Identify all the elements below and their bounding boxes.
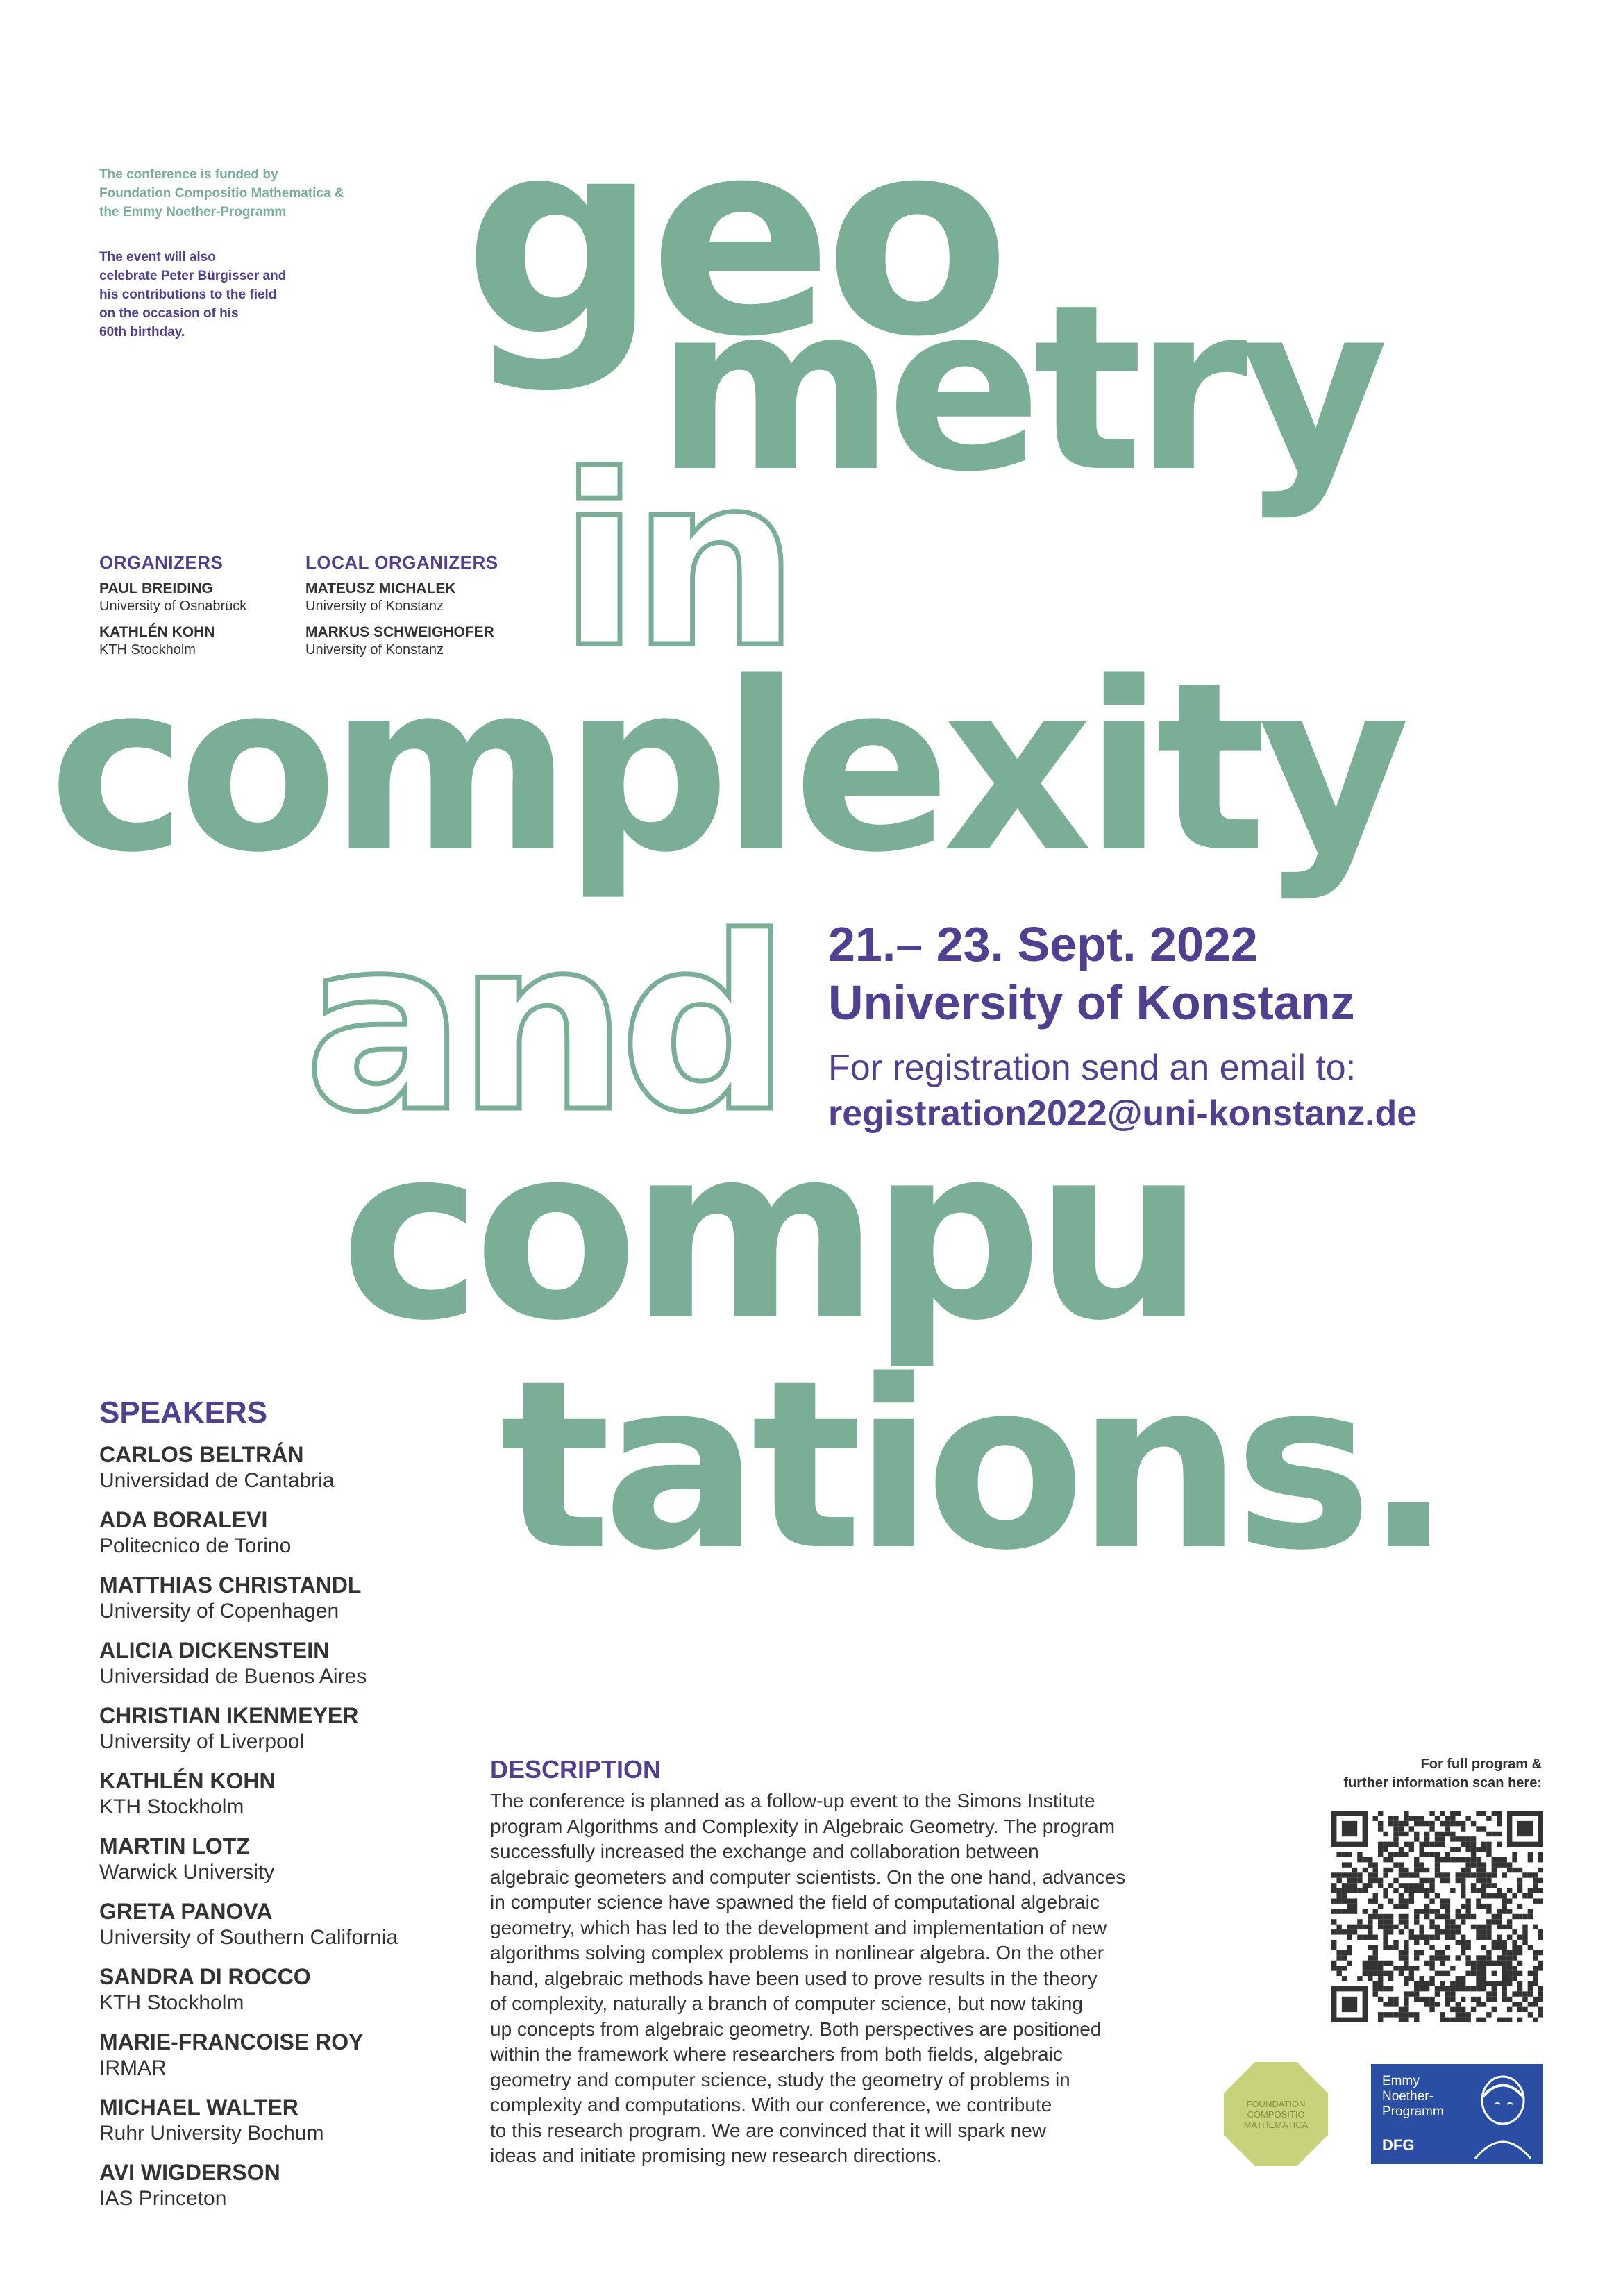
organizer-affiliation: University of Konstanz bbox=[305, 598, 444, 614]
speaker-item: MARTIN LOTZ Warwick University bbox=[99, 1834, 275, 1884]
speaker-item: MARIE-FRANCOISE ROY IRMAR bbox=[99, 2029, 364, 2079]
speaker-item: MATTHIAS CHRISTANDL University of Copenha… bbox=[99, 1573, 362, 1623]
organizer-name: MATEUSZ MICHALEK bbox=[305, 580, 456, 596]
speaker-item: SANDRA DI ROCCO KTH Stockholm bbox=[99, 1964, 311, 2014]
local-organizers-heading: LOCAL ORGANIZERS bbox=[305, 552, 498, 573]
title-word-compu: compu bbox=[340, 1095, 1205, 1373]
speakers-block: SPEAKERS CARLOS BELTRÁN Universidad de Ca… bbox=[99, 1396, 398, 2212]
birthday-note: The event will also celebrate Peter Bürg… bbox=[99, 250, 287, 340]
event-info: 21.– 23. Sept. 2022 University of Konsta… bbox=[828, 915, 1417, 1134]
title-word-complexity: complexity bbox=[49, 633, 1410, 904]
description-block: DESCRIPTION The conference is planned as… bbox=[490, 1755, 1125, 2169]
portrait-icon bbox=[1474, 2075, 1532, 2159]
speaker-item: ADA BORALEVI Politecnico de Torino bbox=[99, 1507, 292, 1557]
funding-note: The conference is funded by Foundation C… bbox=[99, 167, 344, 219]
event-dates: 21.– 23. Sept. 2022 bbox=[828, 917, 1258, 971]
organizer-affiliation: University of Osnabrück bbox=[99, 598, 247, 614]
description-text: The conference is planned as a follow-up… bbox=[490, 1790, 1126, 2166]
speakers-heading: SPEAKERS bbox=[99, 1396, 268, 1430]
speaker-item: AVI WIGDERSON IAS Princeton bbox=[99, 2160, 280, 2210]
speaker-item: GRETA PANOVA University of Southern Calif… bbox=[99, 1899, 398, 1949]
registration-email-link[interactable]: registration2022@uni-konstanz.de bbox=[828, 1093, 1417, 1134]
speaker-item: KATHLÉN KOHN KTH Stockholm bbox=[99, 1768, 276, 1818]
registration-label: For registration send an email to: bbox=[828, 1048, 1356, 1088]
emmy-noether-programm-logo: Emmy Noether- Programm DFG bbox=[1371, 2064, 1543, 2164]
speaker-item: ALICIA DICKENSTEIN Universidad de Buenos … bbox=[99, 1638, 367, 1688]
organizers-heading: ORGANIZERS bbox=[99, 552, 224, 573]
speaker-item: CHRISTIAN IKENMEYER University of Liverpo… bbox=[99, 1703, 359, 1753]
event-venue: University of Konstanz bbox=[828, 975, 1355, 1030]
description-heading: DESCRIPTION bbox=[490, 1755, 662, 1784]
title-word-tations: tations. bbox=[500, 1331, 1452, 1602]
speaker-item: MICHAEL WALTER Ruhr University Bochum bbox=[99, 2095, 324, 2145]
qr-code-icon[interactable] bbox=[1331, 1811, 1543, 2022]
organizer-name: PAUL BREIDING bbox=[99, 580, 213, 596]
compositio-mathematica-logo: FOUNDATION COMPOSITIO MATHEMATICA bbox=[1224, 2062, 1328, 2166]
speaker-item: CARLOS BELTRÁN Universidad de Cantabria bbox=[99, 1442, 335, 1492]
qr-label: For full program & further information s… bbox=[1343, 1757, 1542, 1791]
